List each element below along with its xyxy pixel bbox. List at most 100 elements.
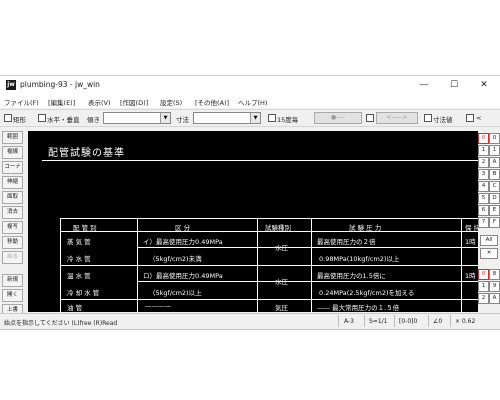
layer-C-button[interactable]: C [489, 181, 500, 192]
15deg-label: 15度毎 [277, 115, 299, 124]
menu-edit[interactable]: [編集(E)] [48, 97, 75, 107]
layer-group-5-button[interactable]: 5 [478, 193, 489, 204]
cell-test-type: 水圧 [275, 278, 288, 286]
group-2-button[interactable]: 2 [478, 293, 489, 304]
layer-0-button[interactable]: 0 [489, 133, 500, 144]
drawing-canvas[interactable]: 配管試験の基準 配 管 別 区 分 試験種別 試 験 圧 力 保 持 蒸 気 管… [28, 131, 478, 312]
horiz-vert-label: 水平・垂直 [47, 115, 80, 124]
cell-pipe: 油 管 [67, 304, 83, 312]
paper-size[interactable]: A-3 [344, 318, 354, 325]
row-divider [61, 299, 478, 300]
layer-D-button[interactable]: D [489, 193, 500, 204]
tool-new[interactable]: 新規 [2, 274, 23, 287]
cell-test-type: 水圧 [275, 244, 288, 252]
minimize-button[interactable]: — [410, 77, 438, 93]
tool-copy[interactable]: 複写 [2, 221, 23, 234]
cell-category: （5kgf/cm2)以上 [149, 289, 202, 297]
layer-group-6-button[interactable]: 6 [478, 205, 489, 216]
layer-E-button[interactable]: E [489, 205, 500, 216]
dim-combo[interactable]: ▼ [193, 112, 261, 124]
group-8-button[interactable]: 8 [489, 269, 500, 280]
maximize-button[interactable]: ☐ [440, 77, 468, 93]
layer-close-button[interactable]: ✕ [480, 248, 498, 259]
dim-label: 寸法 [176, 115, 189, 124]
sub-row-divider [137, 247, 478, 248]
row-divider [61, 265, 478, 266]
close-button[interactable]: ✕ [470, 77, 498, 93]
layer-group-3-button[interactable]: 3 [478, 169, 489, 180]
tool-open[interactable]: 開く [2, 289, 23, 302]
status-bar: 始点を指示してください (L)free (R)Read A-3 S=1/1 [0… [0, 313, 500, 329]
status-separator [450, 315, 451, 327]
horiz-vert-checkbox[interactable] [38, 114, 46, 122]
status-separator [394, 315, 395, 327]
tool-erase[interactable]: 消去 [2, 206, 23, 219]
drawing-title: 配管試験の基準 [48, 148, 125, 159]
menu-draw[interactable]: [作図(D)] [120, 97, 148, 107]
cell-pressure: 0.98MPa(10kgf/cm2)以上 [319, 255, 400, 263]
cell-hold: 1時 [465, 272, 476, 280]
arrow-line-button[interactable]: <-----> [376, 112, 418, 124]
cell-pressure: 0.24MPa(2.5kgf/cm2)を加える [319, 289, 415, 297]
layer-group-7-button[interactable]: 7 [478, 217, 489, 228]
rect-label: 矩形 [13, 115, 26, 124]
header-test-pressure: 試 験 圧 力 [349, 224, 382, 232]
lt-label: < [476, 113, 482, 122]
chevron-down-icon: ▼ [160, 113, 170, 123]
layer-indicator[interactable]: [0-0]0 [399, 318, 417, 325]
layer-B-button[interactable]: B [489, 169, 500, 180]
menu-settings[interactable]: 設定(S) [160, 97, 182, 107]
point-line-button[interactable]: ●---- [314, 112, 362, 124]
menu-other[interactable]: [その他(A)] [195, 97, 229, 107]
layer-F-button[interactable]: F [489, 217, 500, 228]
right-layer-panel: 0 0 1 1 2 A 3 B 4 C 5 D 6 E 7 F All ✕ 0 … [478, 131, 500, 312]
15deg-checkbox[interactable] [268, 114, 276, 122]
cell-category: ロ）最高使用圧力0.49MPa [143, 272, 223, 280]
arrow-checkbox[interactable] [366, 114, 374, 122]
tool-offset[interactable]: 複線 [2, 146, 23, 159]
lt-checkbox[interactable] [466, 114, 474, 122]
tilt-label: 傾き [87, 115, 100, 124]
rect-checkbox[interactable] [4, 114, 12, 122]
tool-stretch[interactable]: 伸縮 [2, 176, 23, 189]
layer-group-0-button[interactable]: 0 [478, 133, 489, 144]
tilt-combo[interactable]: ▼ [103, 112, 171, 124]
header-test-type: 試験種別 [265, 224, 291, 232]
dim-value-checkbox[interactable] [424, 114, 432, 122]
zoom-indicator[interactable]: × 0.62 [455, 318, 475, 325]
layer-A-button[interactable]: A [489, 157, 500, 168]
layer-1-button[interactable]: 1 [489, 145, 500, 156]
tool-corner[interactable]: コーナー [2, 161, 23, 181]
tool-undo[interactable]: 戻る [2, 251, 23, 264]
group-9-button[interactable]: 9 [489, 281, 500, 292]
chevron-down-icon: ▼ [250, 113, 260, 123]
menu-view[interactable]: 表示(V) [88, 97, 111, 107]
menu-file[interactable]: ファイル(F) [4, 97, 39, 107]
cell-test-type: 気圧 [275, 304, 288, 312]
menu-help[interactable]: ヘルプ(H) [238, 97, 267, 107]
header-category: 区 分 [175, 224, 191, 232]
status-separator [428, 315, 429, 327]
window-title: plumbing-93 - jw_win [20, 80, 100, 89]
pressure-test-table: 配 管 別 区 分 試験種別 試 験 圧 力 保 持 蒸 気 管 イ）最高使用圧… [60, 218, 478, 312]
header-pipe: 配 管 別 [73, 224, 97, 232]
tool-move[interactable]: 移動 [2, 236, 23, 249]
cell-pressure: 最高使用圧力の２倍 [317, 238, 376, 246]
layer-group-4-button[interactable]: 4 [478, 181, 489, 192]
tool-chamfer[interactable]: 面取 [2, 191, 23, 204]
app-icon: jw [6, 80, 16, 90]
layer-group-1-button[interactable]: 1 [478, 145, 489, 156]
cell-pressure: —— 最大常用圧力の１.５倍 [317, 304, 400, 312]
group-A-button[interactable]: A [489, 293, 500, 304]
cell-category: ———— [145, 302, 171, 310]
angle-indicator[interactable]: ∠0 [433, 318, 442, 325]
scale[interactable]: S=1/1 [369, 318, 388, 325]
sub-row-divider [137, 281, 478, 282]
layer-group-2-button[interactable]: 2 [478, 157, 489, 168]
header-hold: 保 持 [465, 224, 478, 232]
cell-pipe: 冷 水 管 [67, 255, 91, 263]
group-1-button[interactable]: 1 [478, 281, 489, 292]
group-0-button[interactable]: 0 [478, 269, 489, 280]
layer-all-button[interactable]: All [480, 235, 498, 246]
tool-range[interactable]: 範囲 [2, 131, 23, 144]
